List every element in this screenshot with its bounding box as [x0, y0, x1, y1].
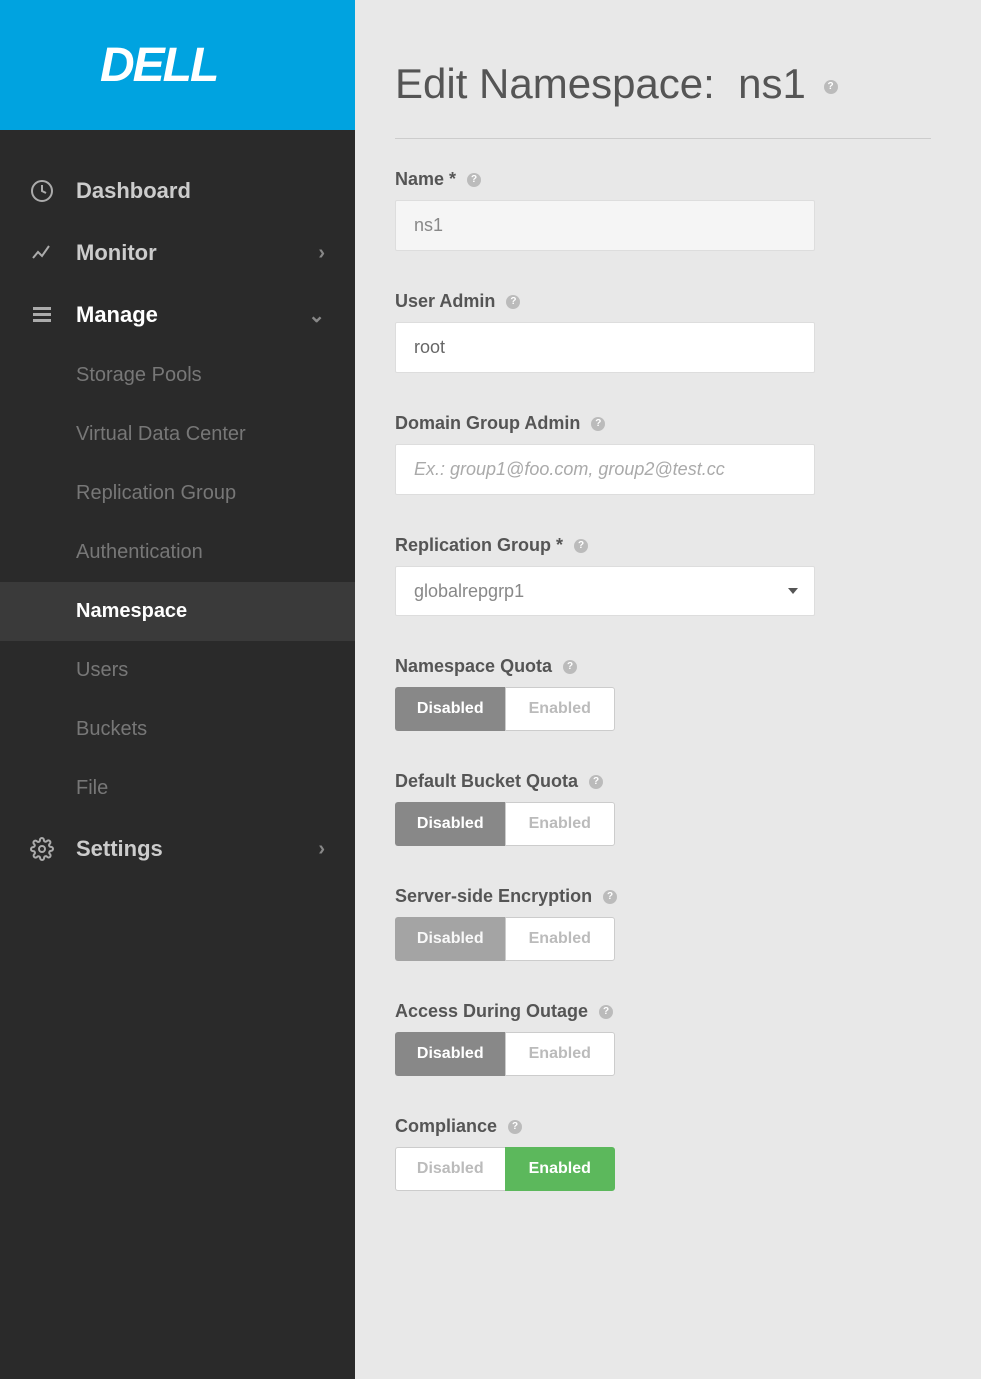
compliance-enabled-button[interactable]: Enabled [505, 1147, 616, 1191]
page-title: Edit Namespace: ns1 ? [395, 60, 931, 139]
field-namespace-quota: Namespace Quota ? Disabled Enabled [395, 656, 931, 731]
help-icon[interactable]: ? [591, 417, 605, 431]
field-user-admin: User Admin ? [395, 291, 931, 373]
namespace-quota-toggle: Disabled Enabled [395, 687, 615, 731]
compliance-label: Compliance ? [395, 1116, 931, 1137]
submenu-file[interactable]: File [0, 759, 355, 818]
sidebar-item-label: Settings [76, 836, 318, 862]
outage-toggle: Disabled Enabled [395, 1032, 615, 1076]
sidebar-item-settings[interactable]: Settings › [0, 818, 355, 880]
sidebar-item-label: Dashboard [76, 178, 325, 204]
sidebar: DELL Dashboard Monitor › Manage ⌄ Storag… [0, 0, 355, 1379]
submenu-namespace[interactable]: Namespace [0, 582, 355, 641]
help-icon[interactable]: ? [506, 295, 520, 309]
gear-icon [30, 837, 54, 861]
namespace-quota-disabled-button[interactable]: Disabled [395, 687, 505, 731]
help-icon[interactable]: ? [574, 539, 588, 553]
sidebar-item-label: Manage [76, 302, 308, 328]
submenu-storage-pools[interactable]: Storage Pools [0, 346, 355, 405]
compliance-disabled-button[interactable]: Disabled [395, 1147, 505, 1191]
help-icon[interactable]: ? [508, 1120, 522, 1134]
logo-header: DELL [0, 0, 355, 130]
chart-icon [30, 241, 54, 265]
submenu-replication-group[interactable]: Replication Group [0, 464, 355, 523]
submenu-virtual-data-center[interactable]: Virtual Data Center [0, 405, 355, 464]
chevron-right-icon: › [318, 838, 325, 861]
name-input[interactable] [395, 200, 815, 251]
field-replication-group: Replication Group * ? globalrepgrp1 [395, 535, 931, 616]
encryption-enabled-button[interactable]: Enabled [505, 917, 616, 961]
encryption-disabled-button[interactable]: Disabled [395, 917, 505, 961]
namespace-quota-enabled-button[interactable]: Enabled [505, 687, 616, 731]
submenu-users[interactable]: Users [0, 641, 355, 700]
outage-disabled-button[interactable]: Disabled [395, 1032, 505, 1076]
clock-icon [30, 179, 54, 203]
chevron-right-icon: › [318, 242, 325, 265]
bucket-quota-label: Default Bucket Quota ? [395, 771, 931, 792]
replication-group-label: Replication Group * ? [395, 535, 931, 556]
submenu-buckets[interactable]: Buckets [0, 700, 355, 759]
field-encryption: Server-side Encryption ? Disabled Enable… [395, 886, 931, 961]
outage-label: Access During Outage ? [395, 1001, 931, 1022]
user-admin-input[interactable] [395, 322, 815, 373]
sidebar-item-manage[interactable]: Manage ⌄ [0, 284, 355, 346]
sidebar-item-label: Monitor [76, 240, 318, 266]
replication-group-select[interactable]: globalrepgrp1 [395, 566, 815, 616]
field-domain-group-admin: Domain Group Admin ? [395, 413, 931, 495]
page-title-prefix: Edit Namespace: [395, 60, 715, 107]
grid-icon [30, 303, 54, 327]
main-nav: Dashboard Monitor › Manage ⌄ Storage Poo… [0, 130, 355, 880]
compliance-toggle: Disabled Enabled [395, 1147, 615, 1191]
field-bucket-quota: Default Bucket Quota ? Disabled Enabled [395, 771, 931, 846]
bucket-quota-disabled-button[interactable]: Disabled [395, 802, 505, 846]
help-icon[interactable]: ? [563, 660, 577, 674]
manage-submenu: Storage Pools Virtual Data Center Replic… [0, 346, 355, 818]
namespace-quota-label: Namespace Quota ? [395, 656, 931, 677]
page-title-value: ns1 [738, 60, 806, 107]
help-icon[interactable]: ? [589, 775, 603, 789]
brand-logo: DELL [100, 38, 217, 93]
help-icon[interactable]: ? [603, 890, 617, 904]
field-name: Name * ? [395, 169, 931, 251]
domain-group-admin-input[interactable] [395, 444, 815, 495]
main-content: Edit Namespace: ns1 ? Name * ? User Admi… [355, 0, 981, 1379]
domain-group-admin-label: Domain Group Admin ? [395, 413, 931, 434]
sidebar-item-dashboard[interactable]: Dashboard [0, 160, 355, 222]
field-compliance: Compliance ? Disabled Enabled [395, 1116, 931, 1191]
help-icon[interactable]: ? [599, 1005, 613, 1019]
sidebar-item-monitor[interactable]: Monitor › [0, 222, 355, 284]
submenu-authentication[interactable]: Authentication [0, 523, 355, 582]
name-label: Name * ? [395, 169, 931, 190]
help-icon[interactable]: ? [467, 173, 481, 187]
outage-enabled-button[interactable]: Enabled [505, 1032, 616, 1076]
user-admin-label: User Admin ? [395, 291, 931, 312]
help-icon[interactable]: ? [824, 80, 838, 94]
bucket-quota-enabled-button[interactable]: Enabled [505, 802, 616, 846]
bucket-quota-toggle: Disabled Enabled [395, 802, 615, 846]
chevron-down-icon: ⌄ [308, 303, 325, 328]
field-outage: Access During Outage ? Disabled Enabled [395, 1001, 931, 1076]
encryption-label: Server-side Encryption ? [395, 886, 931, 907]
encryption-toggle: Disabled Enabled [395, 917, 615, 961]
